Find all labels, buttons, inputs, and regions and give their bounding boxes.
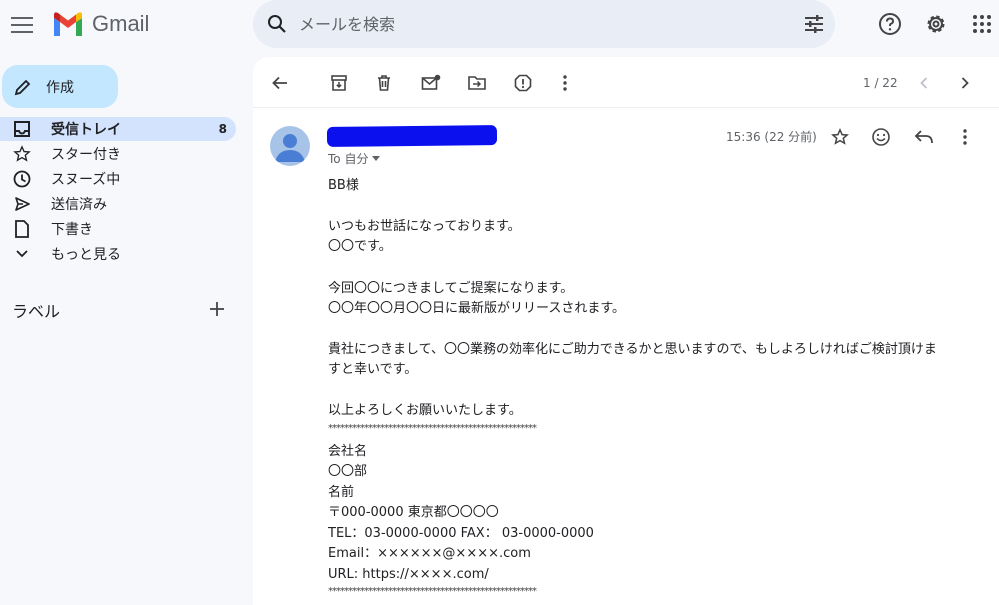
redacted-sender-name [326, 125, 498, 147]
body-line: 〇〇年〇〇月〇〇日に最新版がリリースされます。 [328, 301, 626, 316]
star-icon[interactable] [828, 125, 852, 149]
sidebar-item-more[interactable]: もっと見る [0, 242, 236, 266]
back-arrow-icon[interactable] [268, 71, 292, 95]
trash-icon[interactable] [372, 71, 396, 95]
sidebar-item-drafts[interactable]: 下書き [0, 217, 236, 241]
body-line: すと幸いです。 [328, 362, 418, 377]
sidebar-item-label: 下書き [51, 222, 93, 238]
mark-unread-icon[interactable] [419, 71, 443, 95]
sidebar-item-inbox[interactable]: 受信トレイ 8 [0, 117, 236, 141]
message-more-options-icon[interactable] [953, 125, 977, 149]
recipient-text: To 自分 [328, 152, 369, 166]
signature-separator: ****************************************… [328, 586, 537, 597]
signature-separator: ****************************************… [328, 423, 537, 434]
signature-company: 会社名 [328, 444, 368, 459]
labels-heading: ラベル [12, 302, 61, 321]
search-input[interactable] [297, 13, 761, 35]
sidebar-item-label: スヌーズ中 [51, 172, 121, 188]
body-line: 貴社につきまして、〇〇業務の効率化にご助力できるかと思いますので、もしよろしけれ… [328, 342, 937, 357]
search-bar[interactable] [253, 0, 835, 48]
compose-label: 作成 [46, 79, 74, 96]
more-options-vertical-icon[interactable] [553, 71, 577, 95]
sidebar-item-starred[interactable]: スター付き [0, 142, 236, 166]
pencil-icon [14, 78, 32, 96]
emoji-reaction-icon[interactable] [869, 125, 893, 149]
signature-department: 〇〇部 [328, 464, 368, 479]
sidebar-item-label: 送信済み [51, 197, 107, 213]
gmail-logo[interactable]: Gmail [52, 8, 149, 40]
body-line: いつもお世話になっております。 [328, 219, 521, 234]
compose-button[interactable]: 作成 [2, 65, 118, 108]
move-to-folder-icon[interactable] [465, 71, 489, 95]
pagination-text: 1 / 22 [863, 76, 898, 90]
sender-avatar[interactable] [270, 126, 310, 166]
reply-icon[interactable] [912, 125, 936, 149]
main-menu-button[interactable] [2, 5, 42, 45]
signature-address: 〒000-0000 東京都〇〇〇〇 [328, 505, 499, 520]
sidebar-item-label: スター付き [51, 147, 121, 163]
app-title: Gmail [92, 11, 150, 36]
toolbar-divider [253, 107, 999, 108]
draft-document-icon [12, 219, 32, 239]
archive-icon[interactable] [327, 71, 351, 95]
hamburger-icon [11, 17, 33, 33]
signature-name: 名前 [328, 485, 355, 500]
search-icon[interactable] [267, 14, 287, 34]
unread-count: 8 [218, 122, 227, 136]
newer-chevron-left-icon[interactable] [912, 71, 936, 95]
inbox-icon [12, 119, 32, 139]
body-line: 〇〇です。 [328, 239, 392, 254]
caret-down-icon [372, 156, 381, 161]
help-icon[interactable] [872, 8, 908, 40]
star-icon [12, 144, 32, 164]
chevron-down-icon [12, 244, 32, 264]
google-apps-icon[interactable] [966, 8, 998, 40]
settings-gear-icon[interactable] [918, 8, 954, 40]
older-chevron-right-icon[interactable] [953, 71, 977, 95]
sidebar-item-sent[interactable]: 送信済み [0, 192, 236, 216]
clock-icon [12, 169, 32, 189]
signature-email: Email：××××××@××××.com [328, 546, 531, 561]
sidebar-item-snoozed[interactable]: スヌーズ中 [0, 167, 236, 191]
body-line: 以上よろしくお願いいたします。 [328, 403, 522, 418]
gmail-m-icon [54, 12, 82, 36]
search-options-icon[interactable] [803, 14, 825, 34]
sidebar-item-label: 受信トレイ [51, 122, 121, 138]
report-spam-icon[interactable] [511, 71, 535, 95]
sidebar-item-label: もっと見る [51, 247, 121, 263]
recipient-line[interactable]: To 自分 [328, 150, 381, 167]
signature-phone: TEL：03-0000-0000 FAX： 03-0000-0000 [328, 526, 594, 541]
add-label-plus-icon[interactable] [206, 298, 228, 320]
body-line: 今回〇〇につきましてご提案になります。 [328, 281, 574, 296]
message-timestamp: 15:36 (22 分前) [726, 130, 817, 144]
body-line: BB様 [328, 178, 359, 193]
send-icon [12, 194, 32, 214]
